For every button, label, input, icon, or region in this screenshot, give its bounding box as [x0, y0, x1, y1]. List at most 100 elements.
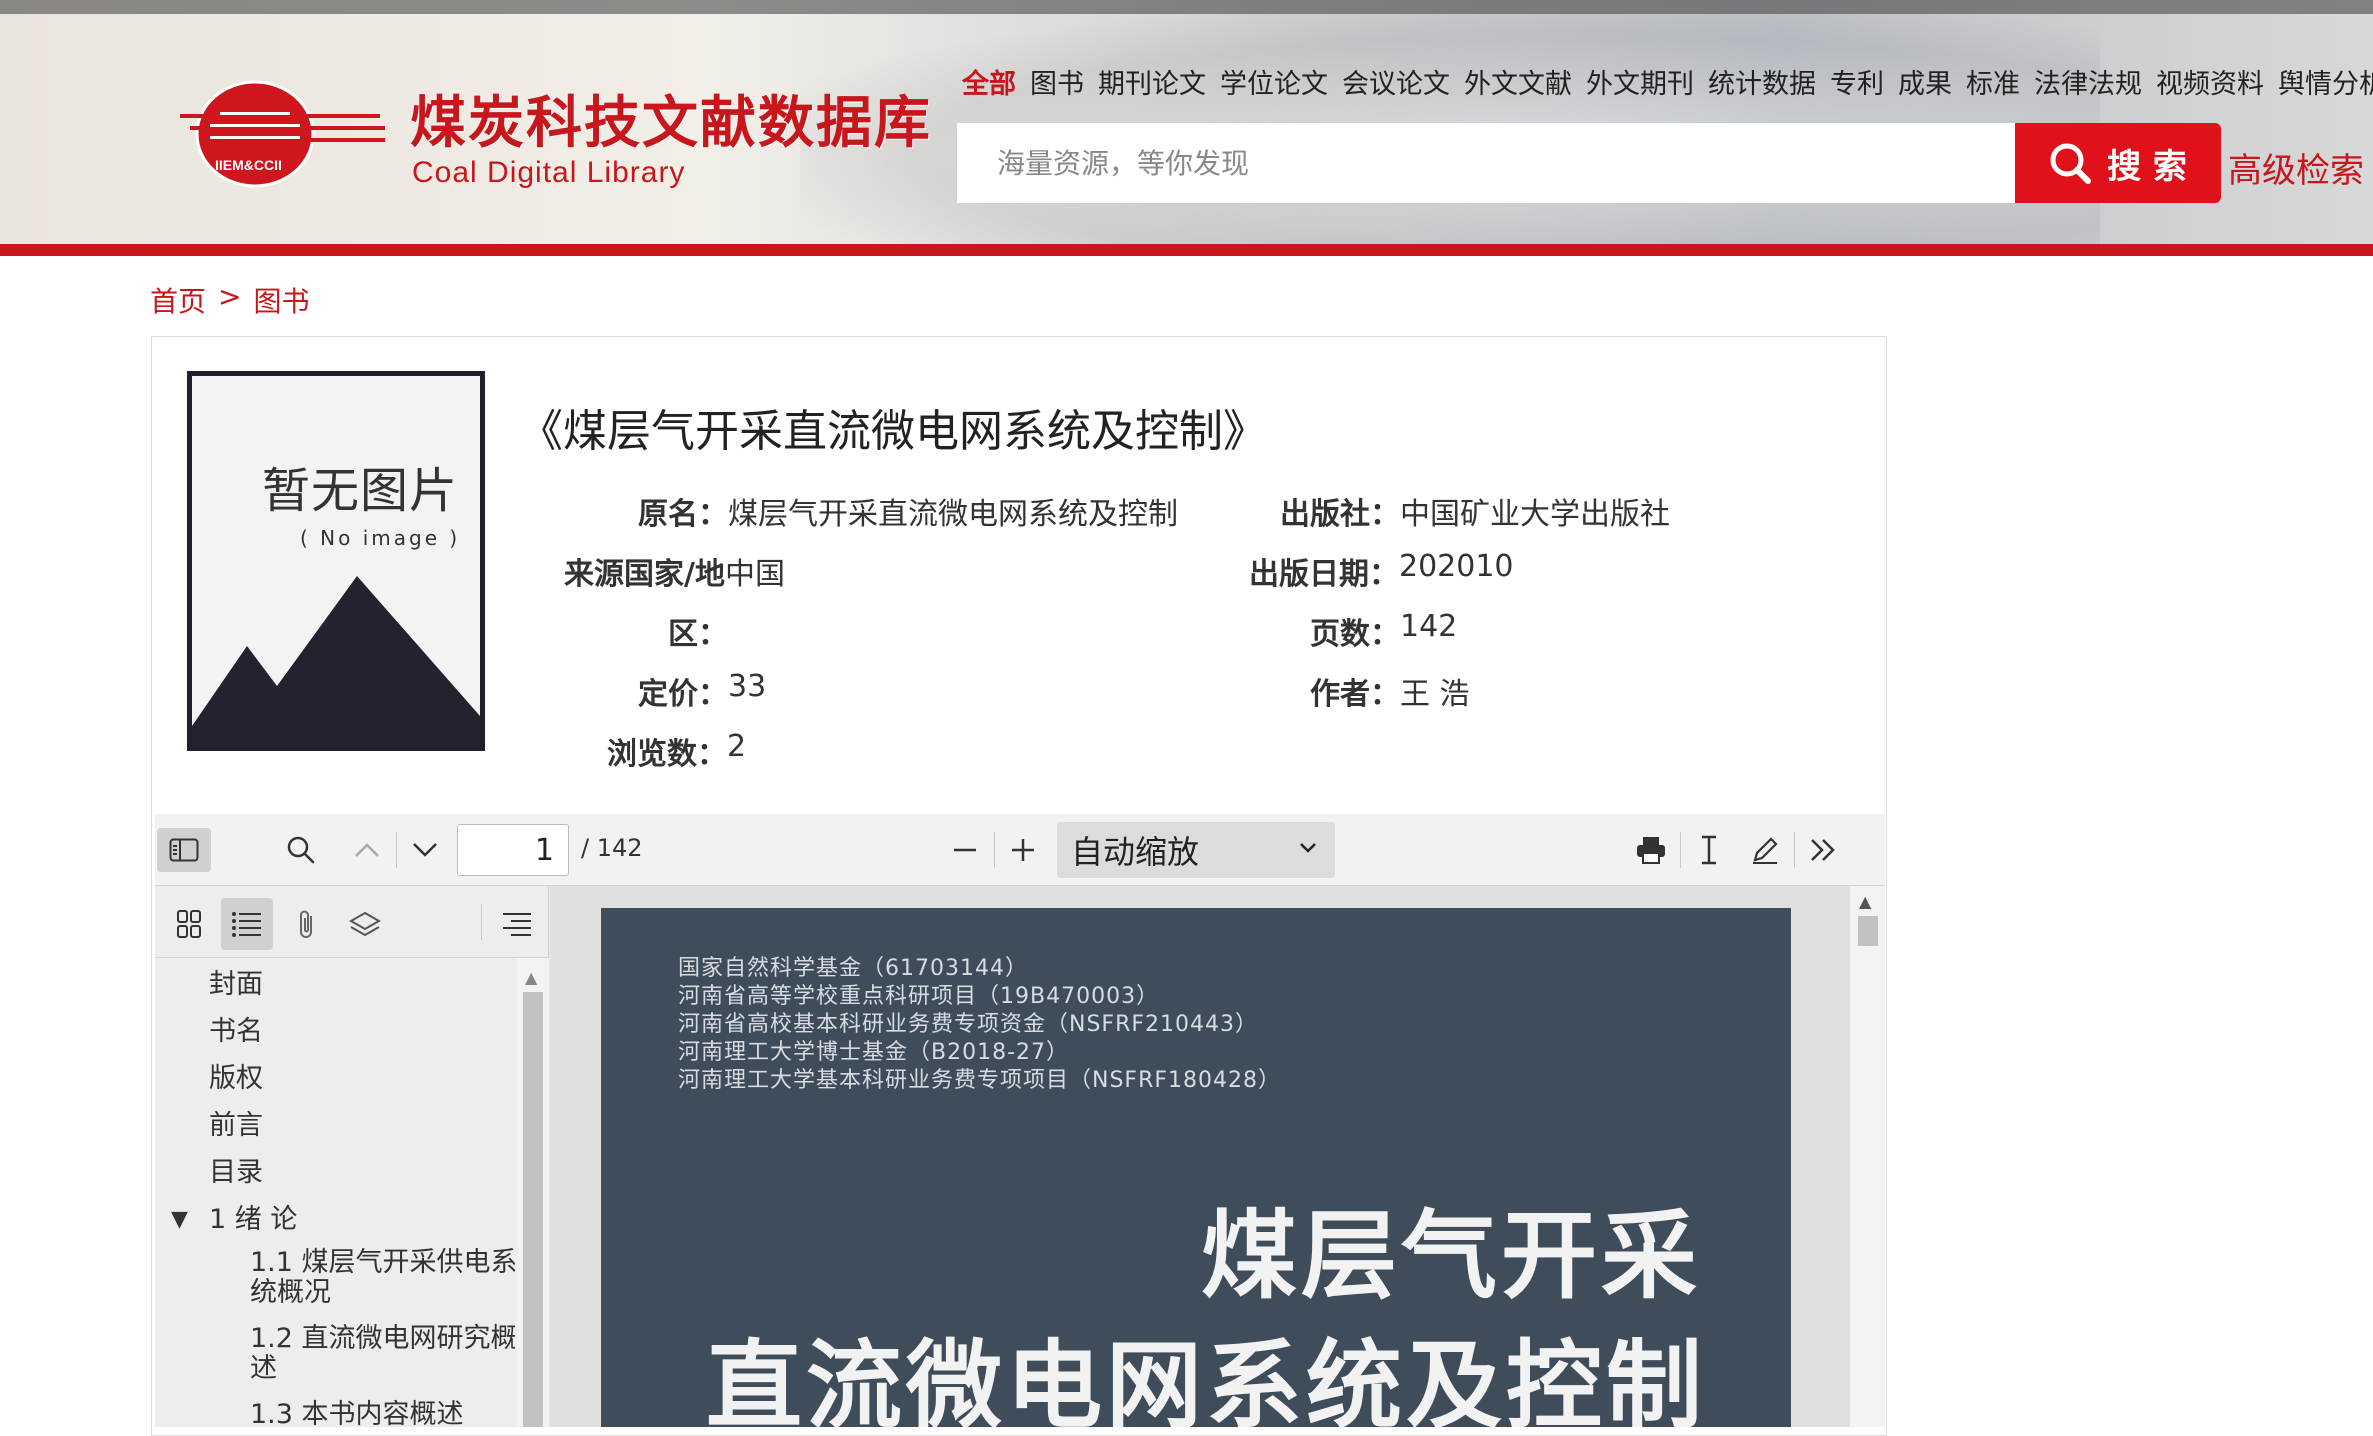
layers-icon: [349, 911, 381, 937]
next-page-button[interactable]: [403, 828, 447, 872]
outline-subitem[interactable]: 1.2 直流微电网研究概: [250, 1324, 515, 1354]
outline-toggle-icon[interactable]: ▼: [171, 1205, 188, 1235]
page-viewport[interactable]: 国家自然科学基金（61703144） 河南省高等学校重点科研项目（19B4700…: [550, 886, 1850, 1427]
outline-tree: 封面 书名 版权 前言 目录 ▼ 1 绪 论 1.1 煤层气开采供电系 统概况 …: [155, 958, 515, 1428]
search-input[interactable]: [957, 123, 2015, 203]
outline-item[interactable]: 封面: [209, 970, 263, 1000]
sidebar-toggle-icon: [169, 838, 199, 862]
meta-original-name: 原名： 煤层气开采直流微电网系统及控制: [638, 489, 1178, 533]
header-top-strip: [0, 0, 2373, 14]
outline-tab[interactable]: [221, 898, 273, 950]
outline-item[interactable]: 1 绪 论: [209, 1205, 297, 1235]
nav-item[interactable]: 法律法规: [2027, 62, 2149, 101]
scroll-up-arrow[interactable]: ▲: [525, 968, 537, 987]
chevron-up-icon: [355, 843, 379, 857]
nav-item[interactable]: 舆情分析: [2271, 62, 2373, 101]
more-tools-button[interactable]: [1801, 828, 1845, 872]
outline-item[interactable]: 目录: [209, 1158, 263, 1188]
advanced-search-link[interactable]: 高级检索: [2228, 143, 2364, 192]
meta-publisher: 出版社： 中国矿业大学出版社: [1280, 489, 1670, 533]
search-button[interactable]: 搜 索: [2015, 123, 2221, 203]
search-button-label: 搜 索: [2107, 146, 2187, 187]
meta-country-cont: 区：: [668, 609, 728, 653]
meta-label: 原名：: [638, 497, 728, 532]
nav-item[interactable]: 学位论文: [1213, 62, 1335, 101]
sidebar-scrollbar[interactable]: ▲: [517, 958, 549, 1427]
toolbar-divider: [994, 832, 995, 868]
meta-label: 浏览数：: [607, 737, 727, 772]
nav-item[interactable]: 外文文献: [1457, 62, 1579, 101]
meta-value: 煤层气开采直流微电网系统及控制: [728, 497, 1178, 532]
paperclip-icon: [300, 910, 312, 938]
nav-item[interactable]: 成果: [1891, 62, 1959, 101]
search-box: [957, 123, 2015, 203]
page-number-input[interactable]: [457, 824, 569, 876]
viewer-toolbar: / 142 自动缩放: [155, 814, 1885, 886]
zoom-out-button[interactable]: [943, 828, 987, 872]
outline-subitem-cont[interactable]: 统概况: [250, 1278, 331, 1308]
meta-country: 来源国家/地 中国: [564, 549, 785, 593]
nav-item[interactable]: 标准: [1959, 62, 2027, 101]
breadcrumb-separator: >: [218, 280, 242, 313]
meta-value: 中国: [724, 557, 785, 592]
sidebar-toggle-button[interactable]: [157, 828, 211, 872]
text-select-button[interactable]: [1687, 828, 1731, 872]
outline-subitem-cont[interactable]: 述: [250, 1354, 277, 1384]
layers-tab[interactable]: [339, 898, 391, 950]
cover-title-line2: 直流微电网系统及控制: [706, 1329, 1706, 1427]
breadcrumb-home[interactable]: 首页: [150, 280, 206, 320]
meta-author: 作者： 王 浩: [1310, 669, 1470, 713]
meta-label: 页数：: [1310, 617, 1400, 652]
previous-page-button[interactable]: [345, 828, 389, 872]
toolbar-divider: [1680, 832, 1681, 868]
site-logo[interactable]: IIEM&CCII: [180, 72, 390, 192]
printer-icon: [1637, 837, 1665, 864]
nav-item[interactable]: 统计数据: [1701, 62, 1823, 101]
meta-price: 定价： 33: [638, 669, 766, 713]
zoom-in-button[interactable]: [1001, 828, 1045, 872]
main-scrollbar[interactable]: ▲: [1850, 886, 1885, 1427]
header-red-line: [0, 244, 2373, 256]
chevron-down-icon: [413, 843, 437, 857]
outline-subitem[interactable]: 1.1 煤层气开采供电系: [250, 1248, 515, 1278]
meta-value: 33: [728, 669, 767, 704]
outline-item[interactable]: 版权: [209, 1064, 263, 1094]
pencil-icon: [1753, 837, 1778, 864]
nav-item[interactable]: 会议论文: [1335, 62, 1457, 101]
nav-item[interactable]: 外文期刊: [1579, 62, 1701, 101]
thumbnails-tab[interactable]: [163, 898, 215, 950]
site-title[interactable]: 煤炭科技文献数据库: [410, 78, 932, 159]
draw-button[interactable]: [1743, 828, 1787, 872]
attachments-tab[interactable]: [281, 898, 333, 950]
plus-icon: [1012, 839, 1034, 861]
nav-item[interactable]: 期刊论文: [1091, 62, 1213, 101]
meta-value: 202010: [1399, 549, 1514, 584]
viewer-sidebar: 封面 书名 版权 前言 目录 ▼ 1 绪 论 1.1 煤层气开采供电系 统概况 …: [155, 886, 549, 1427]
nav-item[interactable]: 全部: [955, 62, 1023, 101]
outline-subitem[interactable]: 1.3 本书内容概述: [250, 1400, 464, 1428]
outline-item[interactable]: 书名: [209, 1017, 263, 1047]
scroll-up-arrow[interactable]: ▲: [1859, 892, 1871, 911]
book-cover: 暂无图片 ( No image ): [187, 371, 485, 751]
site-header: IIEM&CCII 煤炭科技文献数据库 Coal Digital Library…: [0, 0, 2373, 256]
toolbar-divider: [1794, 832, 1795, 868]
meta-label: 出版日期：: [1249, 557, 1399, 592]
double-chevron-right-icon: [1811, 839, 1835, 861]
zoom-select[interactable]: 自动缩放: [1057, 822, 1335, 878]
nav-item[interactable]: 视频资料: [2149, 62, 2271, 101]
toolbar-divider: [396, 832, 397, 868]
scrollbar-thumb[interactable]: [1858, 916, 1878, 946]
nav-item[interactable]: 图书: [1023, 62, 1091, 101]
print-button[interactable]: [1629, 828, 1673, 872]
current-outline-item-button[interactable]: [491, 898, 543, 950]
nav-item[interactable]: 专利: [1823, 62, 1891, 101]
breadcrumb: 首页 > 图书: [150, 280, 310, 320]
find-button[interactable]: [279, 828, 323, 872]
meta-label: 来源国家/地: [564, 557, 725, 592]
outline-item[interactable]: 前言: [209, 1111, 263, 1141]
thumbnails-icon: [177, 910, 201, 938]
meta-pages: 页数： 142: [1310, 609, 1457, 653]
chevron-down-icon: [1300, 843, 1316, 853]
scrollbar-thumb[interactable]: [523, 992, 543, 1427]
breadcrumb-current[interactable]: 图书: [253, 280, 309, 320]
